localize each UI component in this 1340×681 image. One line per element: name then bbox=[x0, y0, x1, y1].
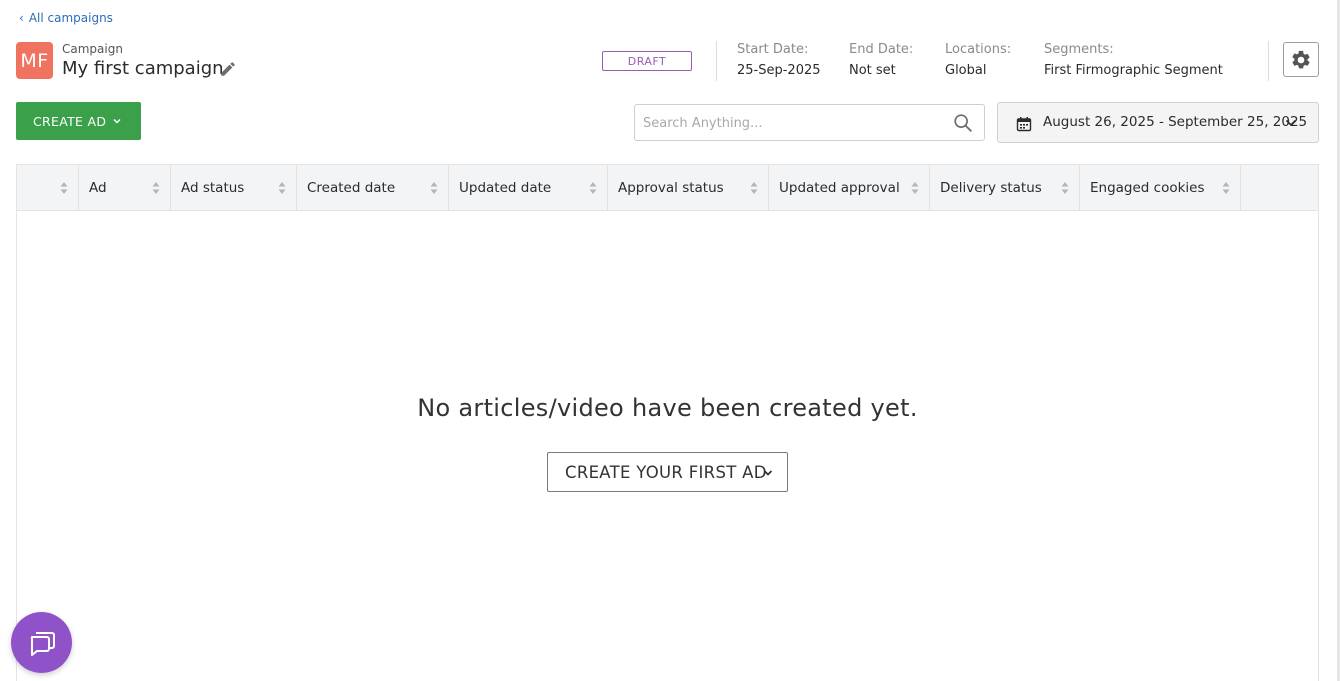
search-box[interactable] bbox=[634, 104, 985, 141]
gear-icon bbox=[1292, 50, 1310, 68]
chevron-down-icon bbox=[763, 470, 773, 476]
column-header-engaged-cookies[interactable]: Engaged cookies bbox=[1080, 165, 1241, 211]
create-ad-button[interactable]: CREATE AD bbox=[16, 102, 141, 140]
pencil-icon[interactable] bbox=[219, 60, 237, 78]
column-header-created-date[interactable]: Created date bbox=[297, 165, 449, 211]
ads-table: Ad Ad status Created date Updated date A… bbox=[16, 164, 1319, 681]
column-header-ad-status[interactable]: Ad status bbox=[171, 165, 297, 211]
sort-icon[interactable] bbox=[1061, 181, 1069, 195]
breadcrumb-all-campaigns[interactable]: All campaigns bbox=[29, 11, 113, 25]
empty-state-message: No articles/video have been created yet. bbox=[417, 394, 918, 422]
date-range-value: August 26, 2025 - September 25, 2025 bbox=[1043, 114, 1308, 130]
date-range-picker[interactable]: August 26, 2025 - September 25, 2025 bbox=[997, 102, 1319, 143]
breadcrumb[interactable]: ‹ All campaigns bbox=[19, 11, 113, 25]
end-date: End Date: Not set bbox=[849, 42, 913, 78]
campaign-kicker: Campaign bbox=[62, 42, 123, 56]
campaign-avatar: MF bbox=[16, 42, 53, 79]
chevron-down-icon bbox=[113, 118, 121, 124]
column-header-ad[interactable]: Ad bbox=[79, 165, 171, 211]
table-header: Ad Ad status Created date Updated date A… bbox=[17, 165, 1318, 211]
segments-value: First Firmographic Segment bbox=[1044, 63, 1223, 78]
chevron-down-icon bbox=[1285, 119, 1297, 127]
settings-button[interactable] bbox=[1283, 42, 1319, 77]
chevron-left-icon: ‹ bbox=[19, 11, 24, 25]
sort-icon[interactable] bbox=[152, 181, 160, 195]
locations-label: Locations: bbox=[945, 42, 1012, 57]
status-badge: DRAFT bbox=[602, 51, 692, 71]
sort-icon[interactable] bbox=[911, 181, 919, 195]
header-divider bbox=[1268, 41, 1269, 81]
create-ad-label: CREATE AD bbox=[33, 113, 107, 129]
start-date: Start Date: 25-Sep-2025 bbox=[737, 42, 821, 78]
column-header-approval-status[interactable]: Approval status bbox=[608, 165, 769, 211]
sort-icon[interactable] bbox=[1222, 181, 1230, 195]
column-header-updated-approval[interactable]: Updated approval bbox=[769, 165, 930, 211]
end-date-value: Not set bbox=[849, 63, 896, 78]
column-header-select[interactable] bbox=[17, 165, 79, 211]
header-divider bbox=[716, 41, 717, 81]
create-first-ad-label: CREATE YOUR FIRST AD bbox=[565, 462, 767, 482]
sort-icon[interactable] bbox=[750, 181, 758, 195]
end-date-label: End Date: bbox=[849, 42, 914, 57]
create-first-ad-button[interactable]: CREATE YOUR FIRST AD bbox=[547, 452, 788, 492]
campaign-page: ‹ All campaigns MF Campaign My first cam… bbox=[0, 0, 1340, 681]
start-date-value: 25-Sep-2025 bbox=[737, 63, 821, 78]
search-input[interactable] bbox=[643, 113, 943, 133]
sort-icon[interactable] bbox=[278, 181, 286, 195]
sort-icon[interactable] bbox=[430, 181, 438, 195]
calendar-icon bbox=[1016, 117, 1032, 132]
locations-value: Global bbox=[945, 63, 987, 78]
chat-icon bbox=[30, 631, 55, 656]
sort-icon[interactable] bbox=[60, 181, 68, 195]
column-header-delivery-status[interactable]: Delivery status bbox=[930, 165, 1080, 211]
start-date-label: Start Date: bbox=[737, 42, 809, 57]
segments: Segments: First Firmographic Segment bbox=[1044, 42, 1223, 78]
locations: Locations: Global bbox=[945, 42, 1011, 78]
chat-button[interactable] bbox=[11, 612, 72, 673]
sort-icon[interactable] bbox=[589, 181, 597, 195]
column-header-updated-date[interactable]: Updated date bbox=[449, 165, 608, 211]
search-icon[interactable] bbox=[952, 112, 974, 134]
campaign-title: My first campaign bbox=[62, 58, 224, 79]
segments-label: Segments: bbox=[1044, 42, 1114, 57]
